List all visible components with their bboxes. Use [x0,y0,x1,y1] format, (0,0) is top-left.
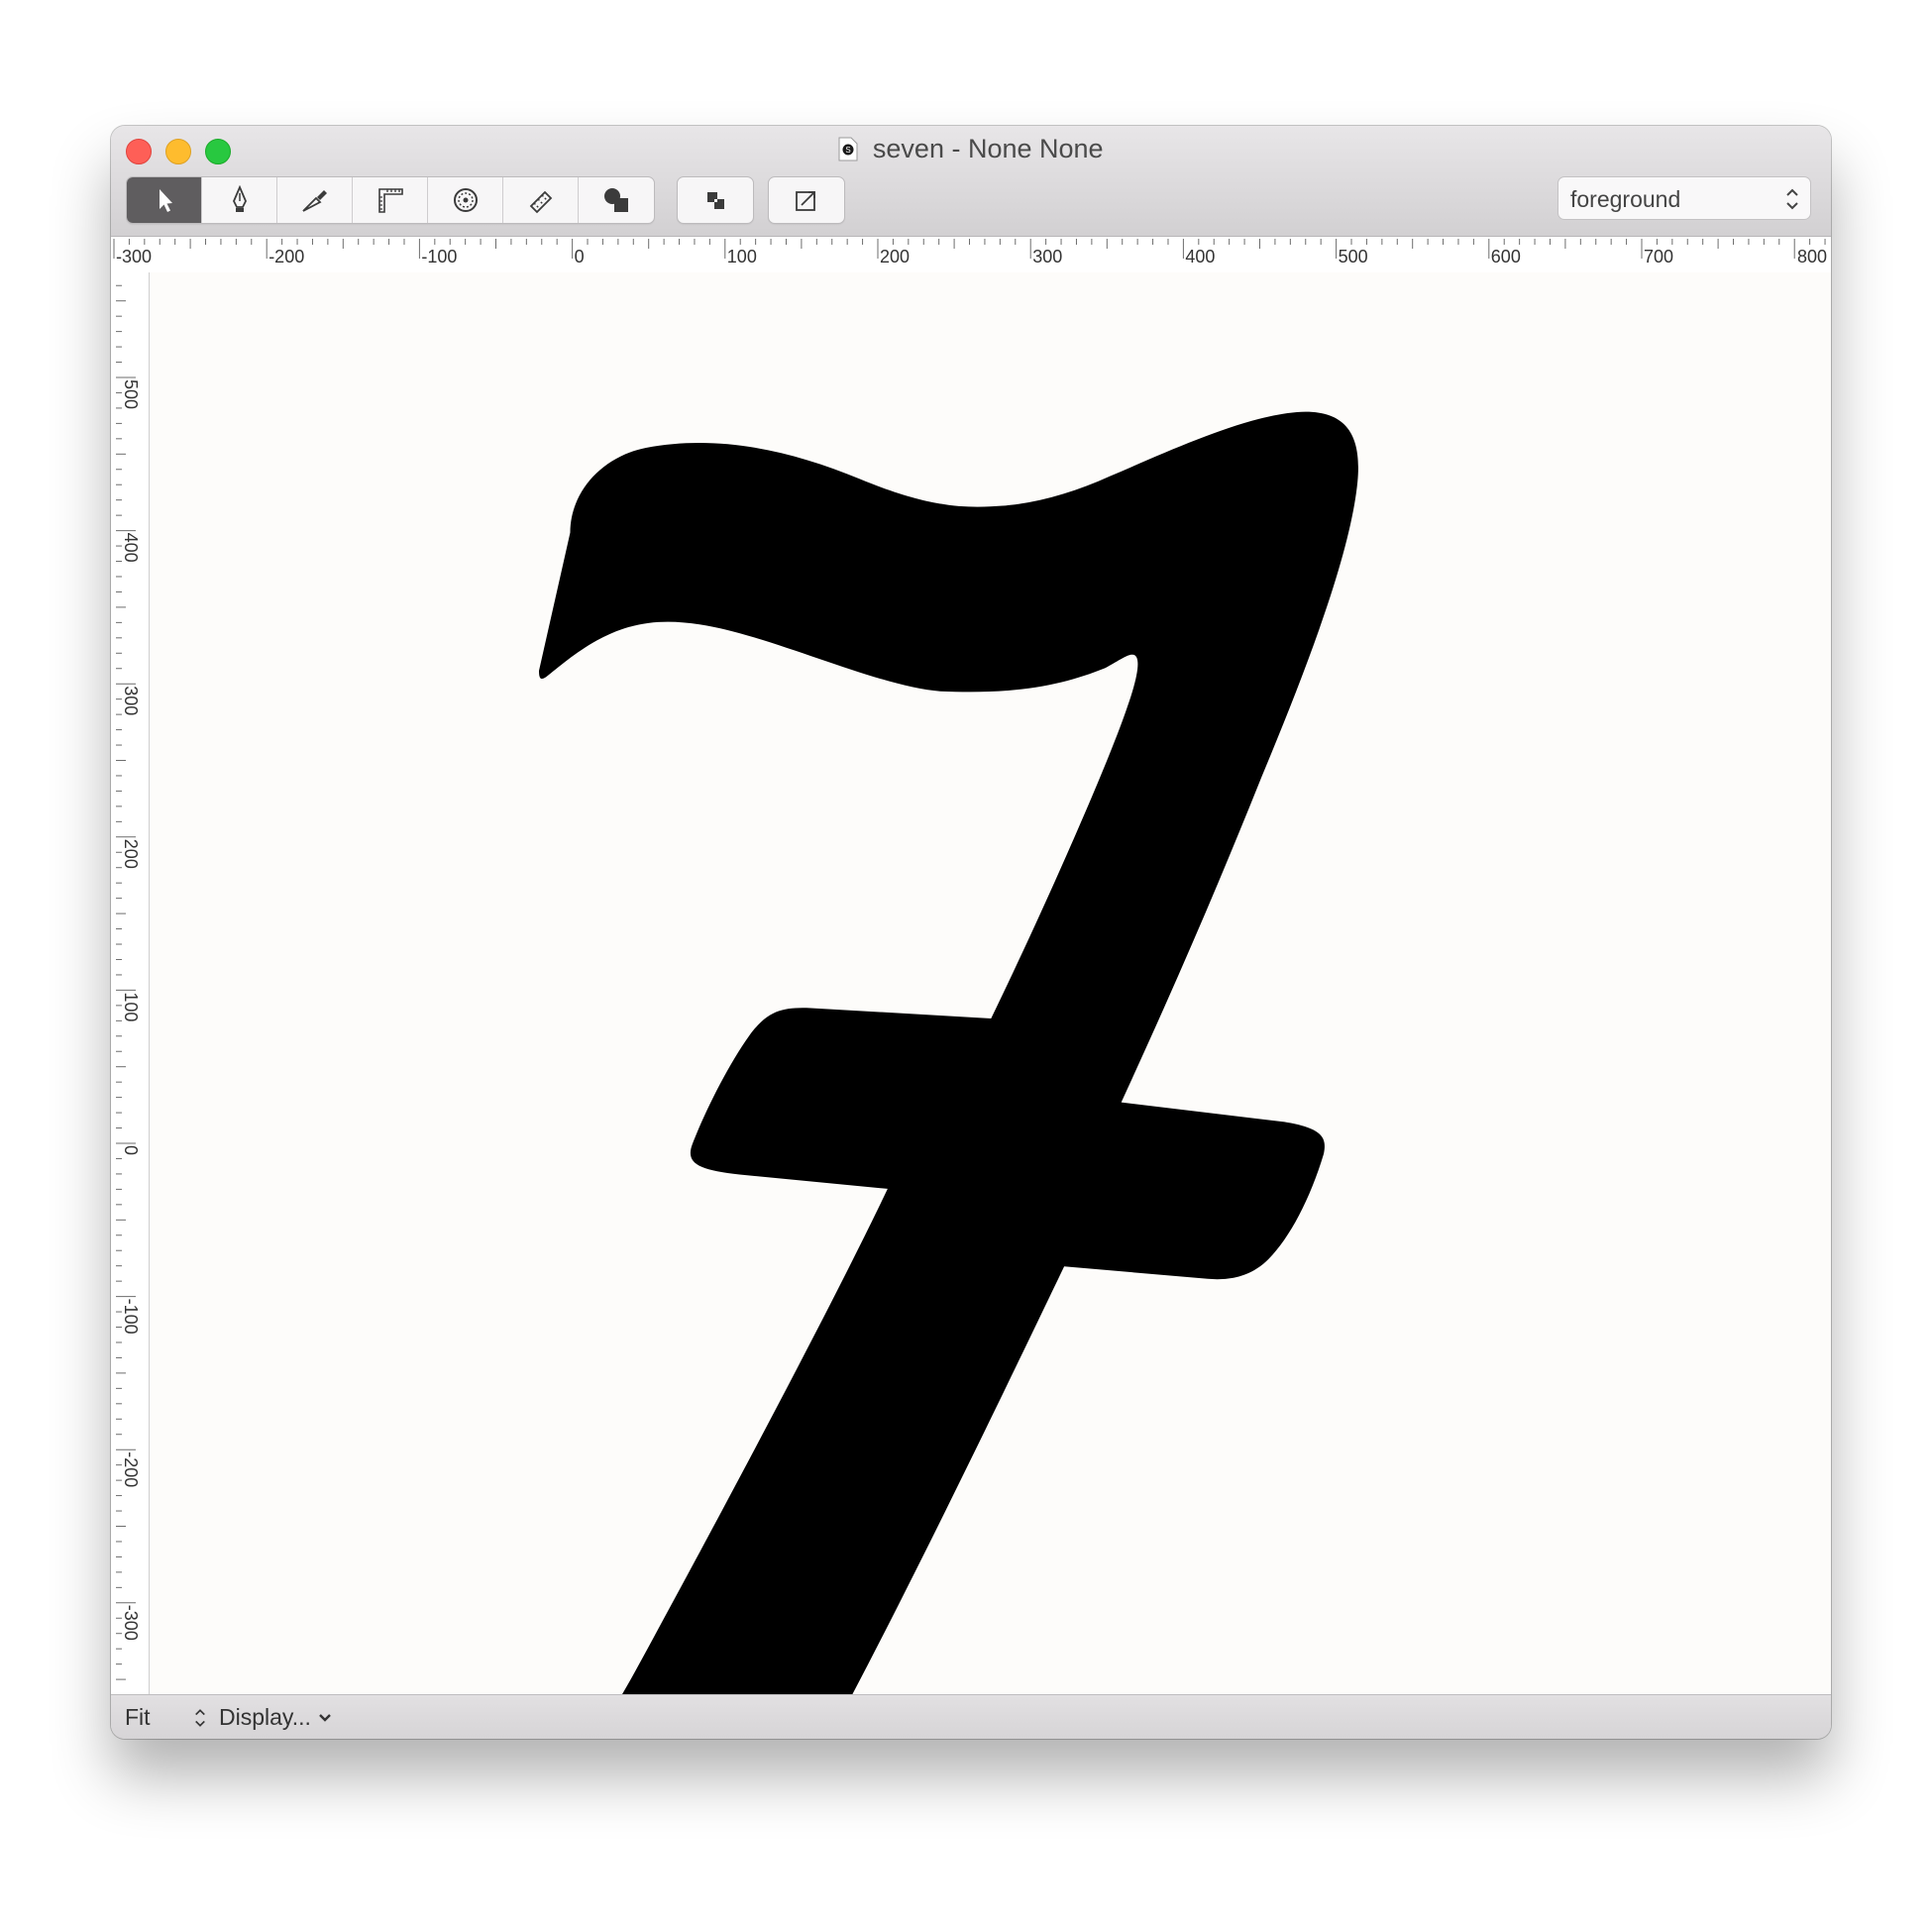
ruler-label: 600 [1491,247,1521,267]
knife-tool[interactable] [277,177,353,223]
pen-nib-icon [232,185,247,212]
editor-window: S seven - None None foreground -300 -200… [111,126,1831,1739]
svg-text:S: S [846,146,851,155]
ruler-label: -300 [121,1605,141,1641]
knife-icon [301,190,327,212]
ruler-label: 400 [1185,247,1215,267]
ruler-label: -100 [121,1299,141,1335]
tool-palette [126,176,655,224]
zoom-label[interactable]: Fit [125,1704,151,1731]
vertical-ruler: 500 400 300 200 100 0 -100 -200 -300 [111,272,150,1694]
shapes-tool[interactable] [579,177,654,223]
eraser-tool[interactable] [503,177,579,223]
status-bar: Fit Display... [111,1694,1831,1739]
glyph-canvas[interactable] [150,272,1831,1694]
layers-icon [707,192,724,209]
window-title: S seven - None None [111,134,1831,164]
anchor-button[interactable] [769,177,844,223]
ruler-label: 700 [1644,247,1673,267]
ruler-label: -300 [116,247,152,267]
ruler-label: 800 [1797,247,1827,267]
display-menu[interactable]: Display... [193,1695,332,1739]
shapes-icon [604,188,628,212]
layers-button[interactable] [678,177,753,223]
ruler-label: 100 [727,247,757,267]
ruler-label: 300 [1032,247,1062,267]
ruler-label: 100 [121,992,141,1021]
ruler-label: 300 [121,686,141,715]
glyph-file-icon: S [838,137,858,161]
eraser-icon [529,190,552,214]
anchor-frame-icon [796,191,815,211]
dotted-circle-icon [453,188,478,212]
primitive-tool[interactable] [428,177,503,223]
ruler-label: 500 [1339,247,1368,267]
chevron-down-icon [319,1713,331,1722]
display-label: Display... [219,1704,311,1730]
title-text: seven - None None [872,134,1104,163]
ruler-label: 500 [121,379,141,409]
pen-tool[interactable] [202,177,277,223]
layer-select[interactable]: foreground [1557,176,1811,220]
layer-select-value: foreground [1570,186,1681,212]
glyph-seven-shape[interactable] [539,411,1358,1694]
ruler-square-icon [377,188,403,213]
ruler-label: -200 [121,1451,141,1487]
titlebar: S seven - None None foreground [111,126,1831,237]
ruler-label: 400 [121,533,141,563]
layers-button-group [677,176,754,224]
select-tool[interactable] [127,177,202,223]
horizontal-ruler: -300 -200 -100 0 100 200 300 400 500 600 700 800 [111,237,1831,273]
ruler-label: -200 [268,247,304,267]
ruler-label: 200 [880,247,910,267]
ruler-label: 200 [121,839,141,869]
arrow-pointer-icon [159,189,172,212]
ruler-label: 0 [121,1145,141,1155]
up-down-chevron-icon [1786,188,1798,210]
up-down-chevron-icon [195,1708,205,1727]
ruler-label: 0 [575,247,585,267]
ruler-label: -100 [421,247,457,267]
anchor-button-group [768,176,845,224]
measure-tool[interactable] [353,177,428,223]
